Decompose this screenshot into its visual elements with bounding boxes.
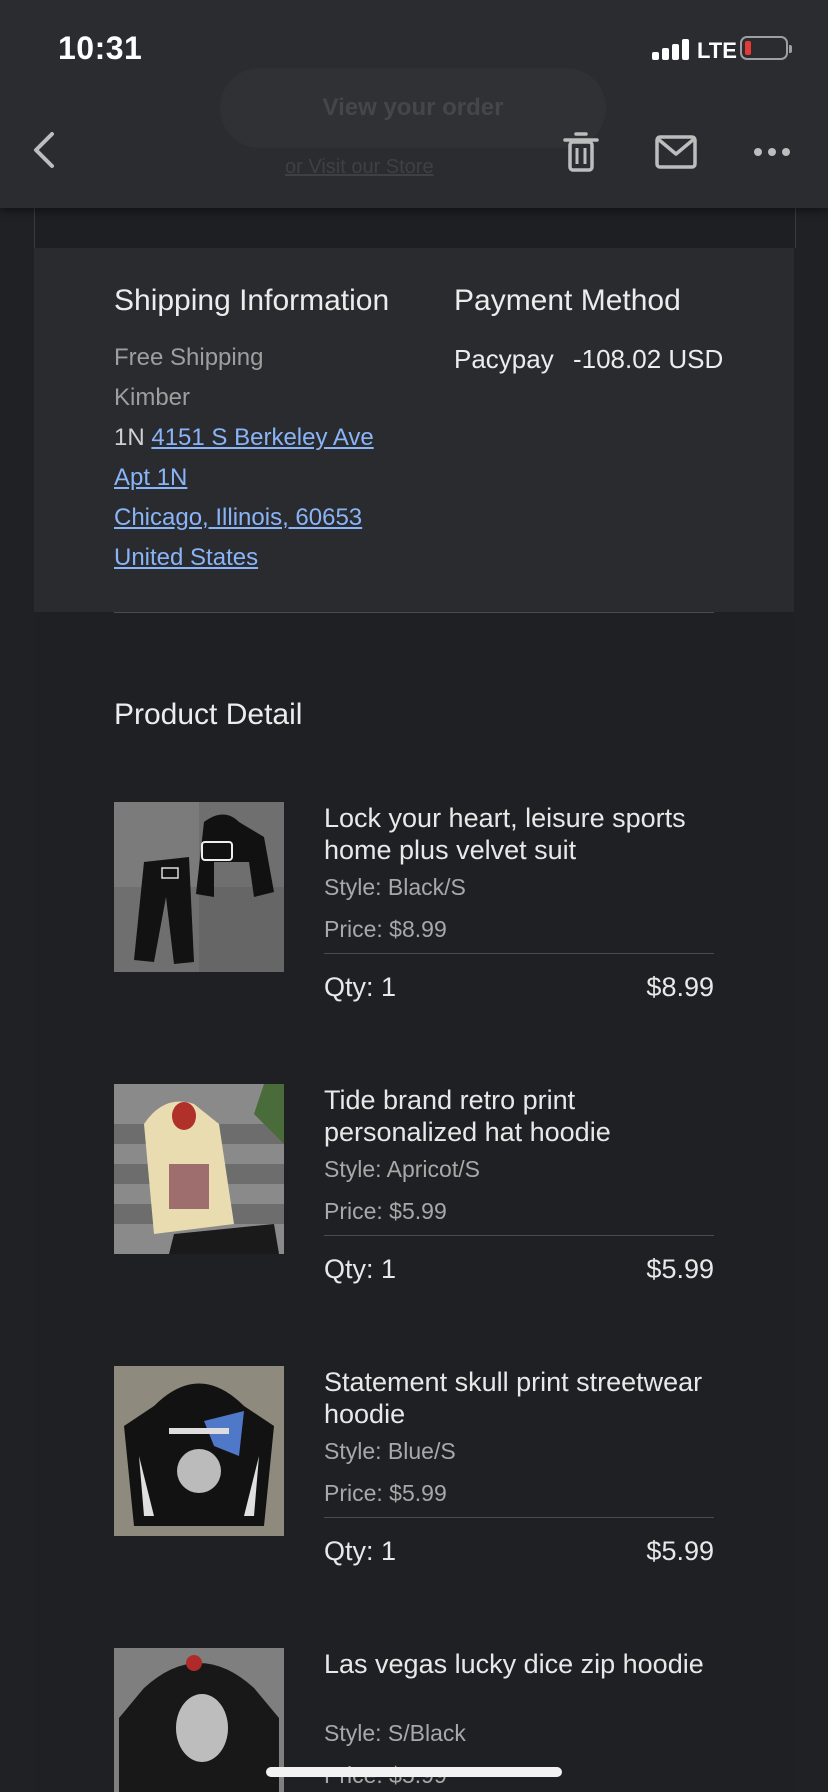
product-title[interactable]: Tide brand retro print personalized hat … bbox=[324, 1084, 724, 1148]
product-total: $8.99 bbox=[646, 972, 714, 1002]
product-title[interactable]: Statement skull print streetwear hoodie bbox=[324, 1366, 724, 1430]
product-style: Style: Apricot/S bbox=[324, 1156, 480, 1182]
address-line-3: Chicago, Illinois, 60653 bbox=[114, 504, 362, 532]
battery-icon bbox=[740, 36, 792, 60]
product-title[interactable]: Las vegas lucky dice zip hoodie bbox=[324, 1648, 724, 1680]
product-image-apricot-hoodie[interactable] bbox=[114, 1084, 284, 1254]
product-total: $5.99 bbox=[646, 1254, 714, 1284]
status-bar: 10:31 LTE bbox=[0, 0, 828, 100]
product-detail-heading: Product Detail bbox=[114, 698, 303, 731]
mail-icon[interactable] bbox=[654, 134, 698, 170]
payment-method: Pacypay bbox=[454, 344, 554, 374]
product-style: Style: S/Black bbox=[324, 1720, 466, 1746]
trash-icon[interactable] bbox=[560, 130, 602, 174]
product-item: Tide brand retro print personalized hat … bbox=[114, 1084, 714, 1284]
product-qty: Qty: 1 bbox=[324, 972, 397, 1002]
product-item: Statement skull print streetwear hoodie … bbox=[114, 1366, 714, 1566]
product-total: $5.99 bbox=[646, 1536, 714, 1566]
address-line-4: United States bbox=[114, 544, 258, 572]
order-info-panel: Shipping Information Free Shipping Kimbe… bbox=[34, 248, 794, 612]
product-image-black-suit[interactable] bbox=[114, 802, 284, 972]
item-separator bbox=[324, 1235, 714, 1236]
product-price: Price: $5.99 bbox=[324, 1480, 447, 1506]
status-time: 10:31 bbox=[58, 30, 143, 66]
product-image-dice-hoodie[interactable] bbox=[114, 1648, 284, 1792]
home-indicator[interactable] bbox=[266, 1767, 562, 1777]
product-qty: Qty: 1 bbox=[324, 1536, 397, 1566]
section-divider bbox=[114, 612, 714, 613]
visit-store-link[interactable]: or Visit our Store bbox=[285, 156, 434, 179]
product-price: Price: $5.99 bbox=[324, 1198, 447, 1224]
product-image-skull-hoodie[interactable] bbox=[114, 1366, 284, 1536]
product-qty: Qty: 1 bbox=[324, 1254, 397, 1284]
payment-heading: Payment Method bbox=[454, 284, 681, 317]
more-options-icon[interactable] bbox=[752, 140, 792, 164]
address-line-2: Apt 1N bbox=[114, 464, 187, 492]
shipping-heading: Shipping Information bbox=[114, 284, 390, 317]
item-separator bbox=[324, 953, 714, 954]
product-title[interactable]: Lock your heart, leisure sports home plu… bbox=[324, 802, 724, 866]
address-city-link[interactable]: Chicago, Illinois, 60653 bbox=[114, 504, 362, 531]
item-separator bbox=[324, 1517, 714, 1518]
address-apt-link[interactable]: Apt 1N bbox=[114, 464, 187, 491]
product-price: Price: $8.99 bbox=[324, 916, 447, 942]
payment-amount: -108.02 USD bbox=[572, 344, 724, 374]
address-unit-prefix: 1N bbox=[114, 424, 145, 451]
address-street-link[interactable]: 4151 S Berkeley Ave bbox=[151, 424, 373, 451]
payment-line: Pacypay -108.02 USD bbox=[454, 344, 735, 375]
address-country-link[interactable]: United States bbox=[114, 544, 258, 571]
shipping-method: Free Shipping bbox=[114, 344, 264, 371]
email-top-strip bbox=[34, 208, 796, 248]
address-line-1: 1N 4151 S Berkeley Ave bbox=[114, 424, 374, 452]
back-arrow-icon[interactable] bbox=[26, 128, 66, 172]
product-style: Style: Blue/S bbox=[324, 1438, 456, 1464]
product-item: Lock your heart, leisure sports home plu… bbox=[114, 802, 714, 1002]
network-type: LTE bbox=[697, 38, 737, 63]
cellular-signal-icon bbox=[652, 38, 692, 60]
recipient-name: Kimber bbox=[114, 384, 191, 411]
product-style: Style: Black/S bbox=[324, 874, 466, 900]
